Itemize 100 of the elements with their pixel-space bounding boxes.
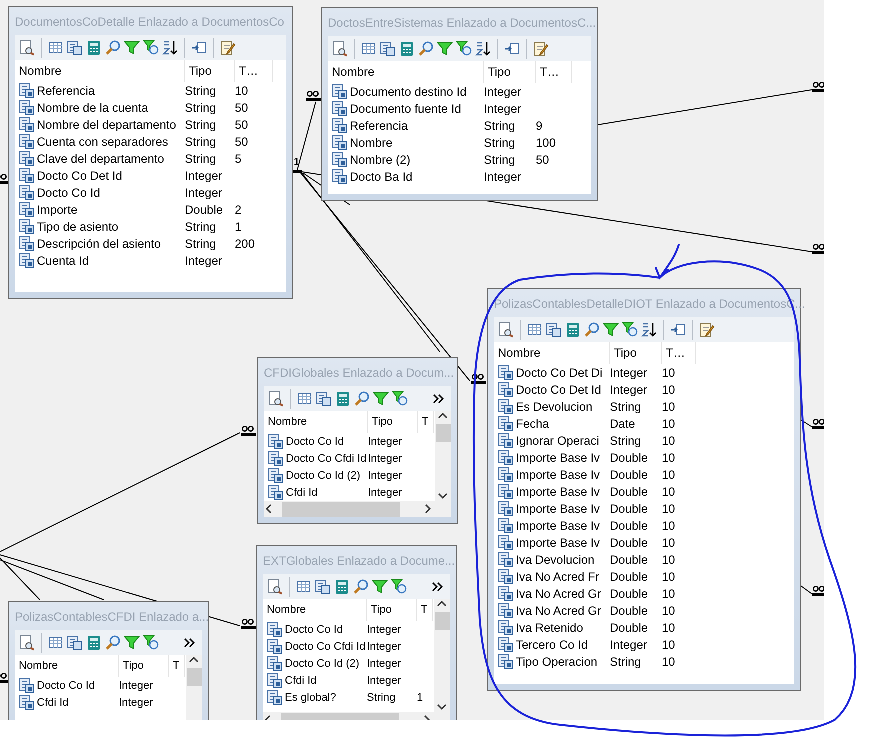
preview-icon[interactable] — [19, 634, 35, 650]
column-header[interactable]: Tipo — [185, 60, 235, 82]
column-header[interactable]: T — [418, 411, 434, 433]
column-header[interactable]: T — [169, 655, 185, 677]
window-title: DocumentosCoDetalle Enlazado a DocumentosCo — [15, 14, 284, 31]
column-header[interactable]: T… — [235, 60, 273, 82]
filter-search-icon[interactable] — [456, 40, 472, 56]
column-header[interactable]: Tipo — [484, 61, 536, 83]
table-icon[interactable] — [297, 390, 313, 406]
filter-icon[interactable] — [373, 390, 389, 406]
column-header[interactable]: Tipo — [610, 342, 662, 364]
column-header[interactable]: T… — [536, 61, 572, 83]
preview-icon[interactable] — [268, 390, 284, 406]
table-icon[interactable] — [361, 40, 377, 56]
field-name: Es Devolucion — [498, 398, 610, 414]
column-header[interactable]: Nombre — [328, 61, 484, 83]
filter-search-icon[interactable] — [143, 634, 159, 650]
scroll-up-icon[interactable] — [189, 655, 199, 665]
search-icon[interactable] — [105, 634, 121, 650]
preview-icon[interactable] — [267, 578, 283, 594]
table-window[interactable]: DoctosEntreSistemas Enlazado a DocumentosC... Nombre Tipo T… Documento destino Id Integer Documento fuente Id Integer Referencia String 9 Nombre String 100 Nombre (2) String 50 Docto Ba Id Integer — [321, 7, 598, 201]
sort-icon[interactable] — [162, 40, 178, 56]
search-icon[interactable] — [584, 322, 600, 338]
table-icon[interactable] — [296, 578, 312, 594]
calculator-icon[interactable] — [335, 390, 351, 406]
filter-search-icon[interactable] — [143, 40, 159, 56]
notepad-icon[interactable] — [533, 40, 549, 56]
table-window[interactable]: CFDIGlobales Enlazado a Docum... Nombre Tipo T Docto Co Id Integer Docto Co Cfdi Id Integer Docto Co Id (2) Integer Cfdi Id Integer — [257, 357, 458, 524]
scroll-left-icon[interactable] — [264, 504, 274, 514]
vertical-scrollbar[interactable] — [434, 599, 450, 712]
scroll-down-icon[interactable] — [437, 702, 447, 712]
filter-icon[interactable] — [124, 40, 140, 56]
column-header[interactable]: Tipo — [368, 411, 418, 433]
fields-icon[interactable] — [67, 40, 83, 56]
search-icon[interactable] — [418, 40, 434, 56]
field-icon — [498, 518, 514, 534]
table-window[interactable] — [8, 6, 293, 299]
notepad-icon[interactable] — [220, 40, 236, 56]
filter-icon[interactable] — [372, 578, 388, 594]
scroll-up-icon[interactable] — [438, 411, 448, 421]
column-header[interactable]: T — [417, 599, 433, 621]
fields-icon[interactable] — [546, 322, 562, 338]
filter-search-icon[interactable] — [391, 578, 407, 594]
column-header[interactable]: Tipo — [367, 599, 417, 621]
scrollbar-thumb[interactable] — [436, 424, 450, 442]
sort-icon[interactable] — [641, 322, 657, 338]
filter-search-icon[interactable] — [622, 322, 638, 338]
table-icon[interactable] — [527, 322, 543, 338]
fields-icon[interactable] — [316, 390, 332, 406]
calculator-icon[interactable] — [399, 40, 415, 56]
table-window[interactable]: PolizasContablesCFDI Enlazado a... Nombre Tipo T Docto Co Id Integer Cfdi Id Integer — [8, 601, 209, 720]
column-header[interactable]: Nombre — [15, 655, 119, 677]
preview-icon[interactable] — [19, 40, 35, 56]
fields-icon[interactable] — [67, 634, 83, 650]
scrollbar-thumb[interactable] — [434, 612, 450, 630]
column-header[interactable]: Nombre — [264, 411, 368, 433]
field-name: Importe Base Iv — [498, 500, 610, 516]
column-header[interactable]: Nombre — [263, 599, 367, 621]
field-length: 1 — [235, 220, 243, 234]
add-field-icon[interactable] — [504, 40, 520, 56]
scroll-up-icon[interactable] — [437, 599, 447, 609]
column-header[interactable]: Nombre — [494, 342, 610, 364]
calculator-icon[interactable] — [86, 634, 102, 650]
filter-search-icon[interactable] — [392, 390, 408, 406]
preview-icon[interactable] — [332, 40, 348, 56]
search-icon[interactable] — [353, 578, 369, 594]
field-name: Tipo Operacion — [498, 654, 610, 670]
sort-icon[interactable] — [475, 40, 491, 56]
scroll-right-icon[interactable] — [423, 504, 433, 514]
filter-icon[interactable] — [437, 40, 453, 56]
vertical-scrollbar[interactable] — [435, 411, 451, 501]
scrollbar-thumb[interactable] — [186, 668, 202, 686]
fields-icon[interactable] — [315, 578, 331, 594]
filter-icon[interactable] — [603, 322, 619, 338]
field-name: Docto Co Id (2) — [267, 656, 367, 672]
search-icon[interactable] — [105, 40, 121, 56]
vertical-scrollbar[interactable] — [186, 655, 202, 720]
field-icon — [267, 690, 283, 706]
calculator-icon[interactable] — [565, 322, 581, 338]
add-field-icon[interactable] — [191, 40, 207, 56]
table-window[interactable]: EXTGlobales Enlazado a Docume... Nombre Tipo T Docto Co Id Integer Docto Co Cfdi Id Integer Docto Co Id (2) Integer Cfdi Id Integer Es global? String 1 — [256, 545, 457, 720]
notepad-icon[interactable] — [699, 322, 715, 338]
table-icon[interactable] — [48, 40, 64, 56]
column-header[interactable]: Tipo — [119, 655, 169, 677]
field-name: Documento fuente Id — [332, 100, 484, 116]
scroll-down-icon[interactable] — [438, 491, 448, 501]
field-type: Integer — [368, 470, 404, 482]
search-icon[interactable] — [354, 390, 370, 406]
filter-icon[interactable] — [124, 634, 140, 650]
scrollbar-thumb[interactable] — [282, 502, 400, 516]
column-header[interactable]: T… — [662, 342, 696, 364]
calculator-icon[interactable] — [334, 578, 350, 594]
horizontal-scrollbar[interactable] — [264, 501, 451, 517]
calculator-icon[interactable] — [86, 40, 102, 56]
table-icon[interactable] — [48, 634, 64, 650]
preview-icon[interactable] — [498, 322, 514, 338]
column-header[interactable]: Nombre — [15, 60, 185, 82]
add-field-icon[interactable] — [670, 322, 686, 338]
field-type: String — [185, 152, 218, 166]
fields-icon[interactable] — [380, 40, 396, 56]
